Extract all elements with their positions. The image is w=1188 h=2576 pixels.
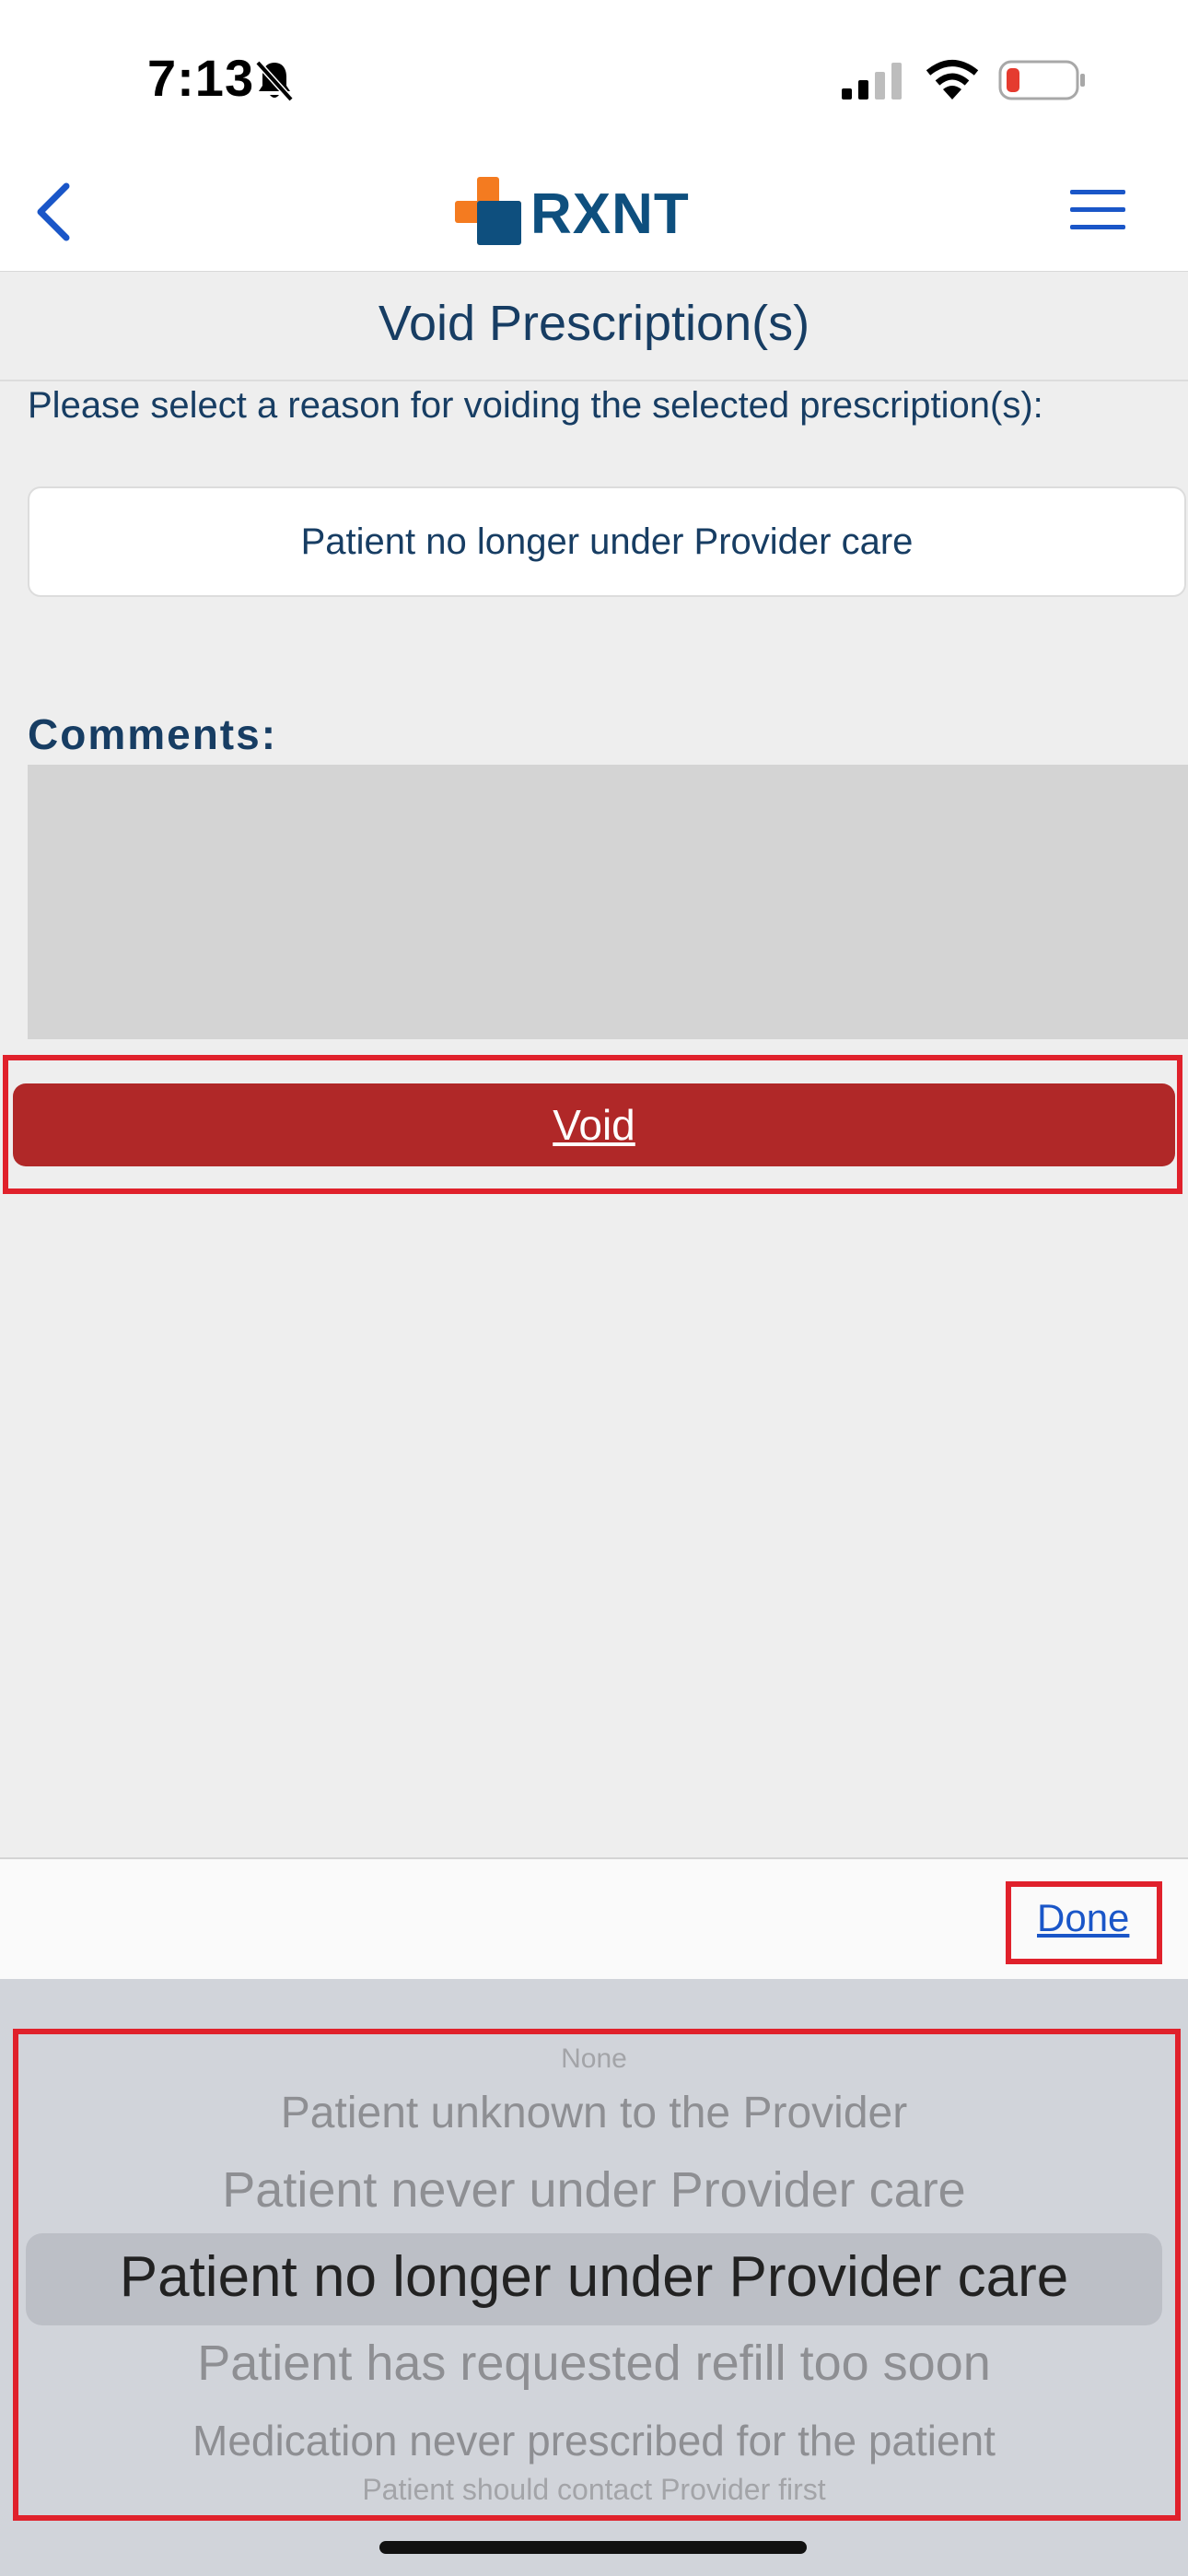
rxnt-cross-logo-icon xyxy=(455,177,521,245)
comments-textarea[interactable] xyxy=(28,765,1188,1039)
wifi-icon xyxy=(926,60,979,100)
cellular-signal-icon xyxy=(842,63,902,100)
void-button[interactable]: Void xyxy=(13,1083,1175,1166)
comments-label: Comments: xyxy=(28,710,278,758)
hamburger-menu-icon[interactable] xyxy=(1068,184,1127,236)
status-time: 7:13 xyxy=(147,49,255,107)
picker-highlight xyxy=(13,2029,1181,2521)
battery-low-icon xyxy=(998,60,1085,100)
rxnt-logo: RXNT xyxy=(455,168,690,260)
home-indicator xyxy=(379,2541,807,2554)
logo-text: RXNT xyxy=(530,181,690,246)
nav-bar: RXNT xyxy=(0,157,1188,272)
status-bar: 7:13 xyxy=(0,0,1188,157)
reason-select[interactable]: Patient no longer under Provider care xyxy=(28,486,1186,597)
done-button[interactable]: Done xyxy=(1037,1896,1129,1940)
page-title: Void Prescription(s) xyxy=(378,296,810,351)
reason-instruction: Please select a reason for voiding the s… xyxy=(28,385,1043,426)
bell-slash-icon xyxy=(255,60,294,102)
chevron-left-icon[interactable] xyxy=(28,179,83,245)
title-divider xyxy=(0,380,1188,381)
reason-select-value: Patient no longer under Provider care xyxy=(300,521,914,562)
